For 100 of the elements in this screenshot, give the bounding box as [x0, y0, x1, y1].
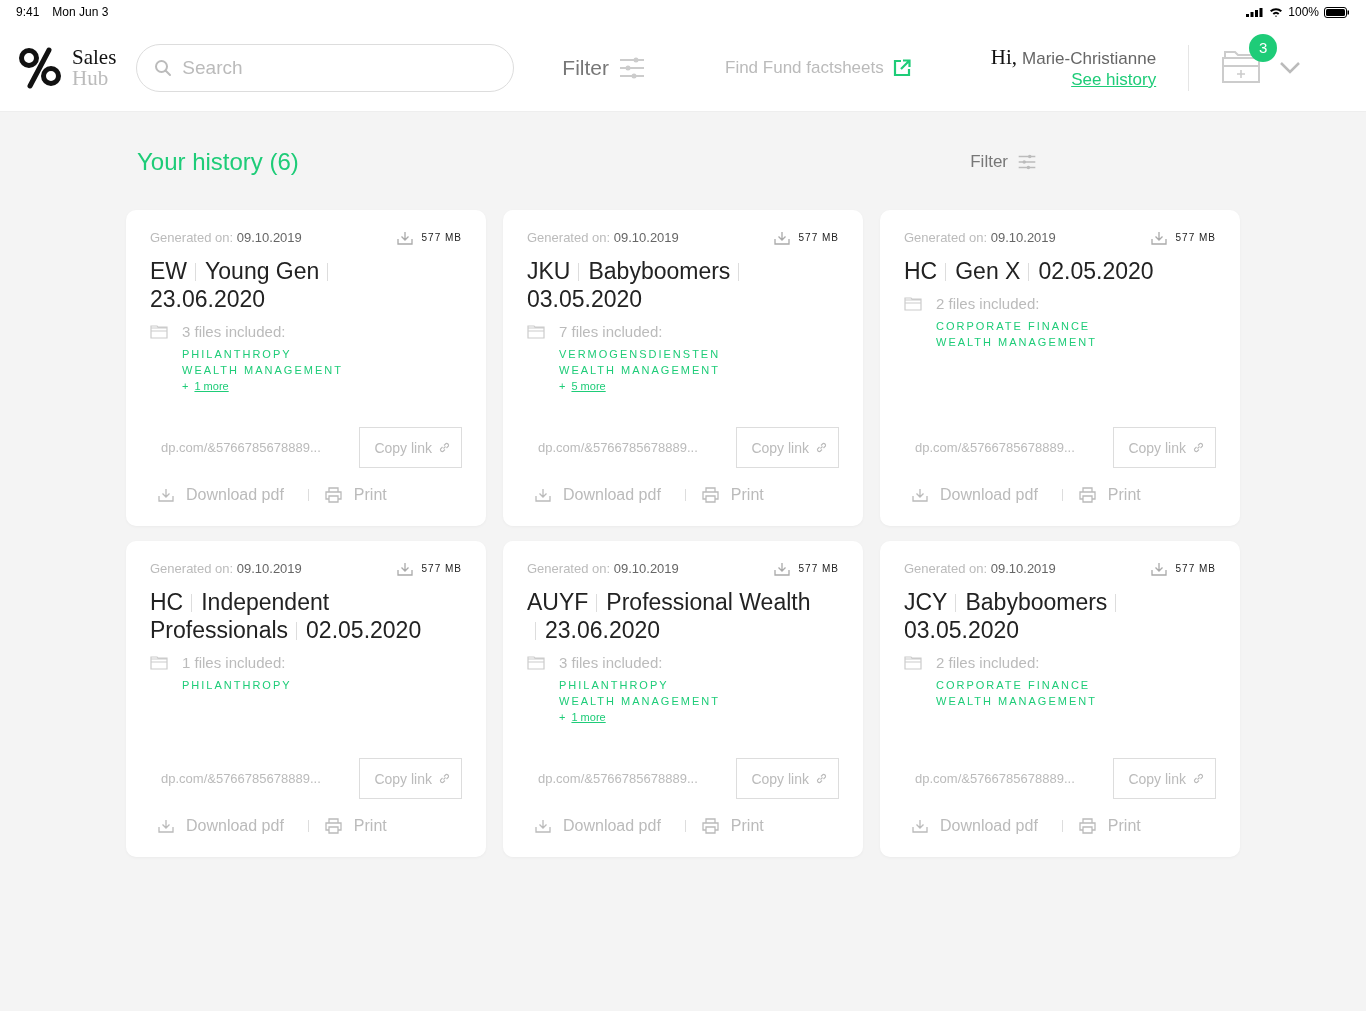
- plus-sign: +: [559, 380, 566, 392]
- download-pdf-button[interactable]: Download pdf: [158, 486, 284, 504]
- download-icon[interactable]: [773, 561, 790, 576]
- logo-icon: [18, 45, 64, 90]
- folder-icon: [904, 655, 922, 670]
- generated-date: Generated on: 09.10.2019: [527, 230, 679, 245]
- card-title: JCY Babyboomers 03.05.2020: [904, 588, 1194, 644]
- file-size: 577 MB: [798, 232, 839, 243]
- download-icon[interactable]: [1150, 561, 1167, 576]
- generated-date: Generated on: 09.10.2019: [527, 561, 679, 576]
- download-icon: [912, 819, 928, 833]
- card-title: EW Young Gen 23.06.2020: [150, 257, 440, 313]
- filter-button[interactable]: Filter: [970, 152, 1036, 172]
- share-url: dp.com/&5766785678889...: [538, 440, 698, 455]
- print-button[interactable]: Print: [324, 486, 387, 504]
- search-field[interactable]: Search: [136, 43, 515, 92]
- card-title: AUYF Professional Wealth 23.06.2020: [527, 588, 812, 644]
- printer-icon: [1078, 487, 1096, 503]
- more-link[interactable]: 1 more: [571, 711, 606, 723]
- file-tag: WEALTH MANAGEMENT: [559, 695, 839, 707]
- printer-icon: [1078, 818, 1096, 834]
- folder-icon: [527, 324, 545, 339]
- share-url: dp.com/&5766785678889...: [915, 440, 1075, 455]
- file-tag: WEALTH MANAGEMENT: [936, 695, 1216, 707]
- printer-icon: [324, 487, 342, 503]
- battery-icon: [1324, 6, 1350, 18]
- link-icon: [1192, 772, 1205, 785]
- files-count: 2 files included:: [936, 295, 1040, 312]
- download-icon: [158, 819, 174, 833]
- file-tag: PHILANTHROPY: [559, 679, 839, 691]
- file-tag: WEALTH MANAGEMENT: [559, 364, 839, 376]
- file-tag: WEALTH MANAGEMENT: [936, 336, 1216, 348]
- download-pdf-button[interactable]: Download pdf: [535, 817, 661, 835]
- card-title: HC Independent Professionals 02.05.2020: [150, 588, 423, 644]
- print-button[interactable]: Print: [701, 817, 764, 835]
- download-icon: [535, 819, 551, 833]
- folder-icon: [150, 655, 168, 670]
- download-icon[interactable]: [396, 561, 413, 576]
- copy-link-button[interactable]: Copy link: [1113, 427, 1216, 468]
- file-tag: PHILANTHROPY: [182, 348, 462, 360]
- filter-button[interactable]: Filter: [562, 55, 645, 80]
- printer-icon: [324, 818, 342, 834]
- link-icon: [1192, 441, 1205, 454]
- download-pdf-button[interactable]: Download pdf: [912, 486, 1038, 504]
- status-date: Mon Jun 3: [52, 5, 109, 19]
- folder-icon: [527, 655, 545, 670]
- logo-subtext: Hub: [72, 67, 110, 89]
- download-pdf-button[interactable]: Download pdf: [535, 486, 661, 504]
- count-badge: 3: [1249, 33, 1278, 62]
- copy-link-button[interactable]: Copy link: [359, 758, 462, 799]
- download-icon[interactable]: [773, 230, 790, 245]
- link-icon: [438, 772, 451, 785]
- battery-percent: 100%: [1288, 5, 1319, 19]
- print-button[interactable]: Print: [1078, 486, 1141, 504]
- generated-date: Generated on: 09.10.2019: [150, 230, 302, 245]
- file-tag: PHILANTHROPY: [182, 679, 462, 691]
- copy-link-button[interactable]: Copy link: [736, 758, 839, 799]
- generated-date: Generated on: 09.10.2019: [150, 561, 302, 576]
- logo-text: Sales: [72, 46, 117, 68]
- folder-icon: [150, 324, 168, 339]
- share-url: dp.com/&5766785678889...: [538, 771, 698, 786]
- signal-icon: [1246, 7, 1265, 17]
- file-tag: CORPORATE FINANCE: [936, 320, 1216, 332]
- file-tag: VERMOGENSDIENSTEN: [559, 348, 839, 360]
- external-link-icon: [892, 58, 911, 77]
- factsheets-link[interactable]: Find Fund factsheets: [725, 57, 911, 78]
- card-title: HC Gen X 02.05.2020: [904, 257, 1155, 285]
- generated-date: Generated on: 09.10.2019: [904, 230, 1056, 245]
- copy-link-button[interactable]: Copy link: [736, 427, 839, 468]
- sliders-icon: [1018, 154, 1036, 170]
- copy-link-button[interactable]: Copy link: [1113, 758, 1216, 799]
- download-pdf-button[interactable]: Download pdf: [158, 817, 284, 835]
- files-count: 3 files included:: [559, 654, 663, 671]
- printer-icon: [701, 487, 719, 503]
- see-history-link[interactable]: See history: [1071, 70, 1157, 90]
- plus-sign: +: [559, 711, 566, 723]
- folder-icon: [904, 296, 922, 311]
- file-size: 577 MB: [1175, 232, 1216, 243]
- download-icon[interactable]: [396, 230, 413, 245]
- print-button[interactable]: Print: [701, 486, 764, 504]
- file-tag: CORPORATE FINANCE: [936, 679, 1216, 691]
- file-size: 577 MB: [798, 563, 839, 574]
- user-name: Marie-Christianne: [1022, 49, 1157, 69]
- wifi-icon: [1269, 7, 1284, 17]
- file-tag: WEALTH MANAGEMENT: [182, 364, 462, 376]
- download-pdf-button[interactable]: Download pdf: [912, 817, 1038, 835]
- files-count: 1 files included:: [182, 654, 286, 671]
- copy-link-button[interactable]: Copy link: [359, 427, 462, 468]
- chevron-down-icon[interactable]: [1279, 60, 1302, 75]
- link-icon: [815, 772, 828, 785]
- share-url: dp.com/&5766785678889...: [161, 440, 321, 455]
- print-button[interactable]: Print: [1078, 817, 1141, 835]
- print-button[interactable]: Print: [324, 817, 387, 835]
- download-icon[interactable]: [1150, 230, 1167, 245]
- files-count: 7 files included:: [559, 323, 663, 340]
- more-link[interactable]: 1 more: [194, 380, 229, 392]
- printer-icon: [701, 818, 719, 834]
- more-link[interactable]: 5 more: [571, 380, 606, 392]
- card-title: JKU Babyboomers 03.05.2020: [527, 257, 817, 313]
- share-url: dp.com/&5766785678889...: [915, 771, 1075, 786]
